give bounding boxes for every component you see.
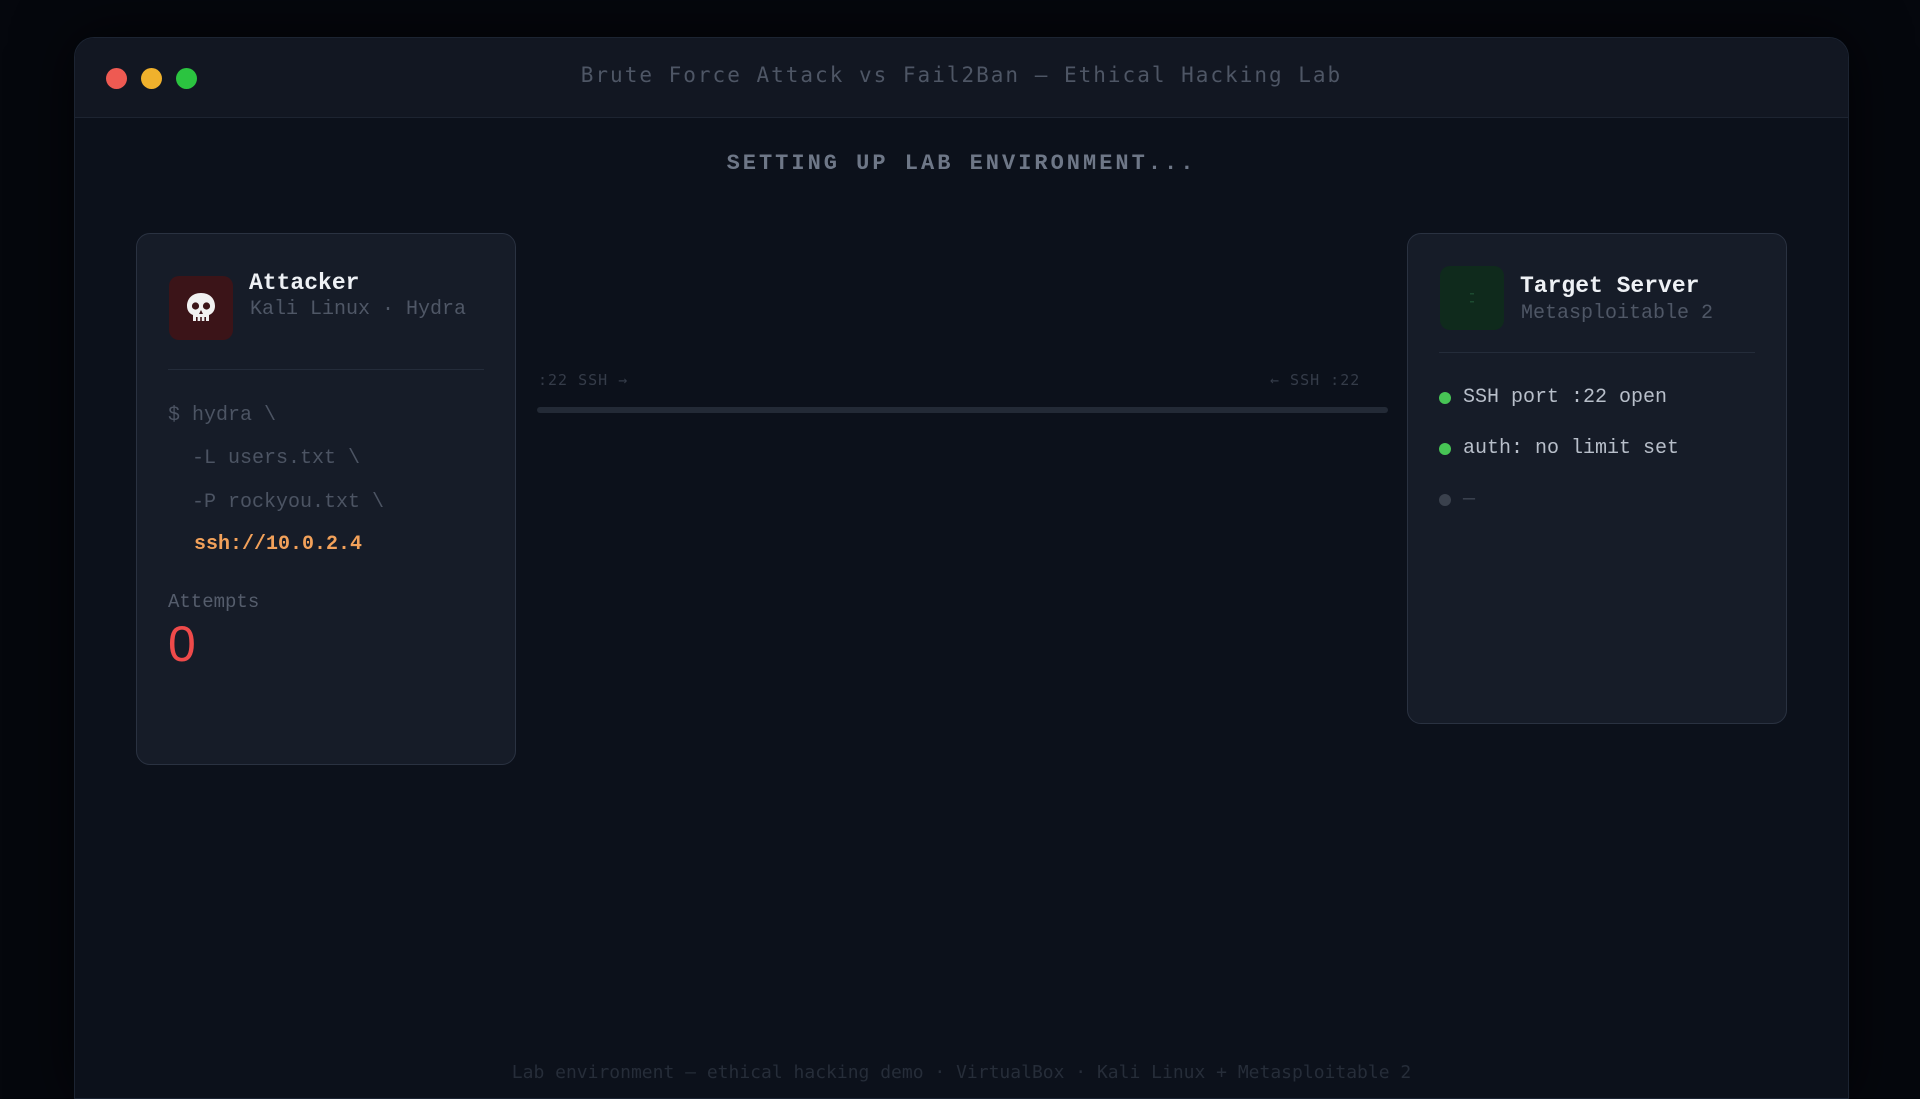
status-dot-icon [1439,442,1451,455]
link-label-right: ← SSH :22 [1270,371,1361,389]
attacker-divider [168,369,484,370]
title-bar: Brute Force Attack vs Fail2Ban — Ethical… [75,38,1848,118]
stage-heading: SETTING UP LAB ENVIRONMENT... [726,151,1197,176]
app-window: Brute Force Attack vs Fail2Ban — Ethical… [74,37,1849,1099]
status-row-auth: auth: no limit set [1439,437,1679,460]
target-title: Target Server [1520,273,1700,299]
target-avatar [1440,266,1504,330]
target-divider [1439,352,1755,353]
target-card: Target Server Metasploitable 2 SSH port … [1407,233,1787,724]
status-text: auth: no limit set [1463,437,1680,460]
attacker-card: Attacker Kali Linux · Hydra $ hydra \ -L… [136,233,516,765]
attacker-avatar [169,276,233,340]
attacker-title: Attacker [249,270,360,296]
server-icon [1440,266,1504,330]
command-target: ssh://10.0.2.4 [194,533,363,556]
attempts-counter: 0 [168,616,196,672]
link-label-left: :22 SSH → [538,371,629,389]
command-line-1: $ hydra \ [168,404,277,427]
status-text: SSH port :22 open [1463,386,1668,409]
status-text: — [1463,488,1476,511]
command-line-2: -L users.txt \ [168,447,361,470]
attempts-label: Attempts [168,591,260,613]
connection-track [537,407,1388,413]
target-subtitle: Metasploitable 2 [1521,302,1714,325]
status-row-pending: — [1439,488,1475,511]
status-dot-icon [1439,493,1451,506]
window-title: Brute Force Attack vs Fail2Ban — Ethical… [580,63,1343,87]
command-line-3: -P rockyou.txt \ [168,491,385,514]
attacker-subtitle: Kali Linux · Hydra [250,298,467,321]
skull-icon [169,276,233,340]
status-dot-icon [1439,391,1451,404]
status-row-ssh: SSH port :22 open [1439,386,1667,409]
